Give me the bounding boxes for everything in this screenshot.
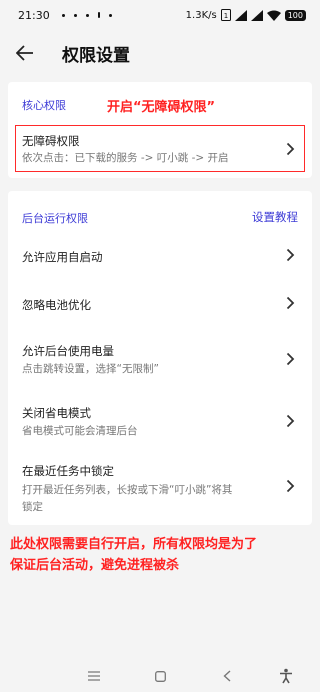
auto-start-row[interactable]: 允许应用自启动 <box>8 235 312 275</box>
core-permissions-card: 核心权限 开启“无障碍权限” 无障碍权限 依次点击：已下载的服务 -> 叮小跳 … <box>8 82 312 178</box>
core-annotation: 开启“无障碍权限” <box>107 100 216 115</box>
status-icons: 1.3K/s 1 100 <box>186 9 306 21</box>
row-subtitle-line1: 打开最近任务列表，长按或下滑“叮小跳”将其 <box>22 484 233 496</box>
system-nav-bar <box>0 660 320 692</box>
accessibility-permission-row[interactable]: 无障碍权限 依次点击：已下载的服务 -> 叮小跳 -> 开启 <box>8 125 312 172</box>
row-subtitle: 点击跳转设置，选择“无限制” <box>22 363 159 375</box>
tutorial-link[interactable]: 设置教程 <box>252 209 298 225</box>
row-title: 关闭省电模式 <box>22 406 91 420</box>
menu-button[interactable] <box>84 666 104 686</box>
page-title: 权限设置 <box>62 45 130 66</box>
row-subtitle-line2: 锁定 <box>22 501 43 513</box>
status-bar: 21:30 1.3K/s 1 100 <box>0 0 320 30</box>
home-button[interactable] <box>150 666 170 686</box>
bottom-note: 此处权限需要自行开启，所有权限均是为了 保证后台活动，避免进程被杀 <box>10 534 310 576</box>
accessibility-shortcut-button[interactable] <box>276 666 296 686</box>
signal-2-icon <box>250 9 263 21</box>
back-nav-button[interactable] <box>217 666 237 686</box>
row-title: 在最近任务中锁定 <box>22 464 114 478</box>
home-square-icon <box>154 670 166 682</box>
row-title: 无障碍权限 <box>22 134 80 148</box>
background-section-label: 后台运行权限 <box>22 212 88 225</box>
back-button[interactable] <box>14 42 36 64</box>
bottom-note-line2: 保证后台活动，避免进程被杀 <box>10 558 180 573</box>
signal-icon <box>234 9 247 21</box>
arrow-left-icon <box>16 45 33 61</box>
background-battery-row[interactable]: 允许后台使用电量 点击跳转设置，选择“无限制” <box>8 331 312 383</box>
bottom-note-line1: 此处权限需要自行开启，所有权限均是为了 <box>10 537 258 552</box>
row-title: 忽略电池优化 <box>22 298 91 312</box>
row-subtitle: 依次点击：已下载的服务 -> 叮小跳 -> 开启 <box>22 152 229 164</box>
chevron-right-icon <box>286 352 295 366</box>
wifi-icon <box>266 10 281 21</box>
sim-icon: 1 <box>220 9 231 21</box>
status-time: 21:30 <box>18 8 50 22</box>
app-header: 权限设置 <box>0 30 320 76</box>
power-saving-row[interactable]: 关闭省电模式 省电模式可能会清理后台 <box>8 393 312 445</box>
row-subtitle: 省电模式可能会清理后台 <box>22 425 138 437</box>
chevron-right-icon <box>286 296 295 310</box>
chevron-right-icon <box>286 479 295 493</box>
core-section-label: 核心权限 <box>22 99 66 112</box>
chevron-right-icon <box>286 248 295 262</box>
lock-recent-tasks-row[interactable]: 在最近任务中锁定 打开最近任务列表，长按或下滑“叮小跳”将其 锁定 <box>8 453 312 519</box>
battery-icon: 100 <box>284 9 306 21</box>
row-title: 允许后台使用电量 <box>22 344 114 358</box>
battery-optimization-row[interactable]: 忽略电池优化 <box>8 283 312 323</box>
row-title: 允许应用自启动 <box>22 250 103 264</box>
accessibility-icon <box>280 668 292 684</box>
svg-text:1: 1 <box>223 12 227 20</box>
back-triangle-icon <box>223 670 231 682</box>
menu-icon <box>88 671 100 681</box>
background-permissions-card: 后台运行权限 设置教程 允许应用自启动 忽略电池优化 允许后台使用电量 点击跳转… <box>8 191 312 525</box>
chevron-right-icon <box>286 414 295 428</box>
chevron-right-icon <box>286 142 295 156</box>
notification-dots <box>61 12 112 18</box>
network-speed: 1.3K/s <box>185 9 217 21</box>
